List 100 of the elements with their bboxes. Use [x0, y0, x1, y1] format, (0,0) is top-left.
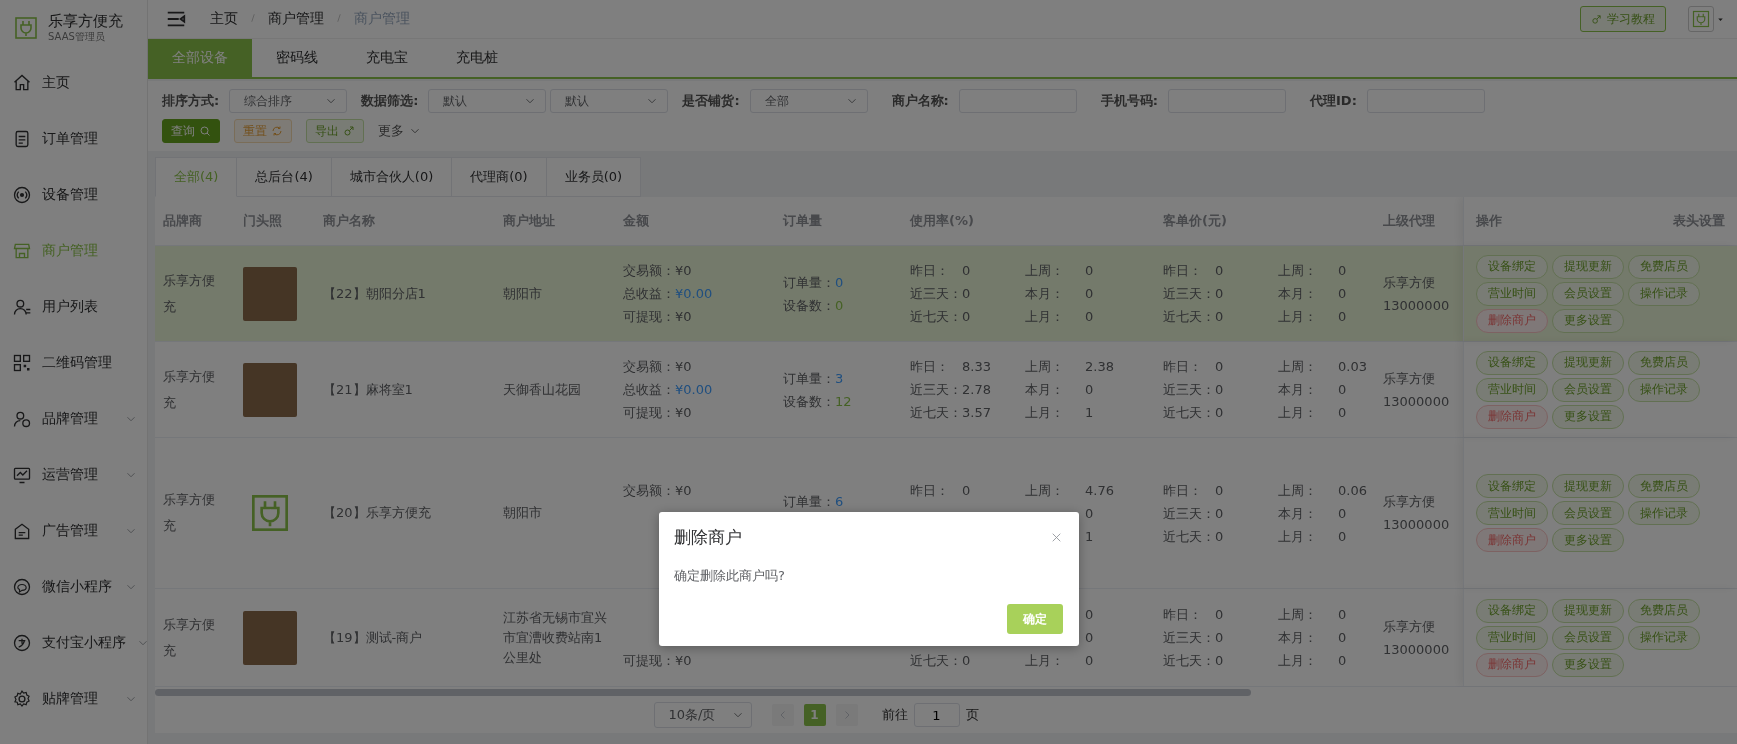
- action-button[interactable]: 营业时间: [1476, 377, 1548, 402]
- action-button[interactable]: 设备绑定: [1476, 474, 1548, 498]
- sidebar-item[interactable]: 品牌管理: [0, 391, 147, 447]
- action-button[interactable]: 设备绑定: [1476, 254, 1548, 279]
- action-button[interactable]: 操作记录: [1628, 281, 1700, 306]
- role-tab[interactable]: 业务员(0): [546, 157, 642, 197]
- stat-value: 1: [1085, 404, 1094, 422]
- device-tab[interactable]: 全部设备: [148, 39, 252, 77]
- filter-dropdown[interactable]: 全部: [749, 89, 868, 113]
- device-tab[interactable]: 密码线: [252, 39, 342, 77]
- export-button[interactable]: 导出: [306, 119, 364, 143]
- page-size-dropdown[interactable]: 10条/页: [653, 702, 752, 728]
- brand-cell-text: 乐享方便充: [163, 491, 216, 535]
- search-icon: [199, 125, 211, 137]
- home-icon: [12, 73, 32, 93]
- stat-value: 0: [1215, 358, 1224, 376]
- action-button[interactable]: 会员设置: [1552, 625, 1624, 650]
- stat-label: 昨日：: [1163, 262, 1203, 280]
- sidebar-item[interactable]: 贴牌管理: [0, 671, 147, 727]
- action-button[interactable]: 会员设置: [1552, 377, 1624, 402]
- agent-text: 13000000: [1383, 640, 1450, 659]
- page-input[interactable]: 1: [913, 703, 960, 727]
- scrollbar-thumb[interactable]: [155, 689, 1251, 696]
- stat-value: ¥0: [675, 308, 692, 326]
- action-button[interactable]: 更多设置: [1552, 528, 1624, 552]
- action-button[interactable]: 操作记录: [1628, 501, 1700, 525]
- stat-value: 0: [1085, 652, 1094, 670]
- sidebar-item[interactable]: 设备管理: [0, 167, 147, 223]
- stat-label: 上周：: [1278, 262, 1318, 280]
- role-tab[interactable]: 代理商(0): [452, 157, 547, 197]
- page-number-button[interactable]: 1: [803, 704, 826, 726]
- sidebar-item[interactable]: 运营管理: [0, 447, 147, 503]
- action-button[interactable]: 会员设置: [1552, 501, 1624, 525]
- filter-dropdown[interactable]: 默认: [428, 89, 547, 113]
- action-button[interactable]: 营业时间: [1476, 281, 1548, 306]
- brand-cell-text: 乐享方便充: [163, 615, 216, 660]
- action-button[interactable]: 提现更新: [1552, 254, 1624, 279]
- action-button[interactable]: 设备绑定: [1476, 350, 1548, 375]
- filter-dropdown[interactable]: 综合排序: [229, 89, 348, 113]
- merchant-address: 朝阳市: [503, 504, 543, 522]
- delete-merchant-button[interactable]: 删除商户: [1476, 652, 1548, 677]
- sidebar-item[interactable]: 商户管理: [0, 223, 147, 279]
- more-filters-button[interactable]: 更多: [378, 122, 422, 140]
- delete-merchant-button[interactable]: 删除商户: [1476, 404, 1548, 429]
- stat-label: 上月：: [1025, 652, 1065, 670]
- confirm-button[interactable]: 确定: [1007, 604, 1063, 634]
- stat-label: 本月：: [1278, 629, 1318, 647]
- avatar-button[interactable]: [1688, 6, 1714, 32]
- stat-value: 0: [1338, 652, 1347, 670]
- page-suffix: 页: [965, 706, 979, 724]
- action-button[interactable]: 操作记录: [1628, 377, 1700, 402]
- agent-text: 乐享方便: [1383, 369, 1436, 388]
- delete-merchant-button[interactable]: 删除商户: [1476, 308, 1548, 333]
- breadcrumb-link[interactable]: 商户管理: [268, 10, 324, 28]
- sidebar-item[interactable]: 广告管理: [0, 503, 147, 559]
- action-button[interactable]: 更多设置: [1552, 652, 1624, 677]
- action-button[interactable]: 免费店员: [1628, 474, 1700, 498]
- action-button[interactable]: 免费店员: [1628, 598, 1700, 623]
- user-gear-icon: [12, 409, 32, 429]
- query-button[interactable]: 查询: [162, 119, 220, 143]
- action-button[interactable]: 免费店员: [1628, 254, 1700, 279]
- action-button[interactable]: 营业时间: [1476, 625, 1548, 650]
- stat-value: ¥0: [675, 404, 692, 422]
- action-button[interactable]: 营业时间: [1476, 501, 1548, 525]
- action-button[interactable]: 免费店员: [1628, 350, 1700, 375]
- action-button[interactable]: 会员设置: [1552, 281, 1624, 306]
- stat-label: 昨日：: [1163, 358, 1203, 376]
- filter-label: 数据筛选:: [361, 92, 419, 110]
- action-button[interactable]: 更多设置: [1552, 308, 1624, 333]
- device-tab[interactable]: 充电宝: [342, 39, 432, 77]
- delete-merchant-button[interactable]: 删除商户: [1476, 528, 1548, 552]
- role-label: SAAS管理员: [48, 29, 106, 44]
- action-button[interactable]: 设备绑定: [1476, 598, 1548, 623]
- device-tab[interactable]: 充电桩: [432, 39, 522, 77]
- tutorial-button[interactable]: 学习教程: [1580, 6, 1666, 32]
- next-page-button[interactable]: [835, 704, 858, 726]
- action-button[interactable]: 提现更新: [1552, 474, 1624, 498]
- sidebar-item[interactable]: 用户列表: [0, 279, 147, 335]
- action-button[interactable]: 更多设置: [1552, 404, 1624, 429]
- filter-dropdown[interactable]: 默认: [550, 89, 669, 113]
- brand-logo-icon: [14, 15, 38, 40]
- sidebar-item[interactable]: 主页: [0, 55, 147, 111]
- previous-page-button[interactable]: [771, 704, 794, 726]
- action-button[interactable]: 提现更新: [1552, 350, 1624, 375]
- role-tab[interactable]: 全部(4): [155, 157, 238, 197]
- merchant-name: 【22】朝阳分店1: [323, 284, 426, 303]
- sidebar-item[interactable]: 二维码管理: [0, 335, 147, 391]
- reset-button[interactable]: 重置: [234, 119, 292, 143]
- role-tab[interactable]: 城市合伙人(0): [331, 157, 453, 197]
- stat-label: 订单量：: [783, 273, 835, 292]
- sidebar-item[interactable]: 微信小程序: [0, 559, 147, 615]
- action-button[interactable]: 操作记录: [1628, 625, 1700, 650]
- action-button[interactable]: 提现更新: [1552, 598, 1624, 623]
- stat-label: 上月：: [1278, 308, 1318, 326]
- breadcrumb-link[interactable]: 主页: [210, 10, 238, 28]
- sidebar-item[interactable]: 支付宝小程序: [0, 615, 147, 671]
- sidebar-item[interactable]: 订单管理: [0, 111, 147, 167]
- close-button[interactable]: [1050, 531, 1063, 544]
- role-tab[interactable]: 总后台(4): [237, 157, 332, 197]
- stat-value: 3.57: [962, 404, 991, 422]
